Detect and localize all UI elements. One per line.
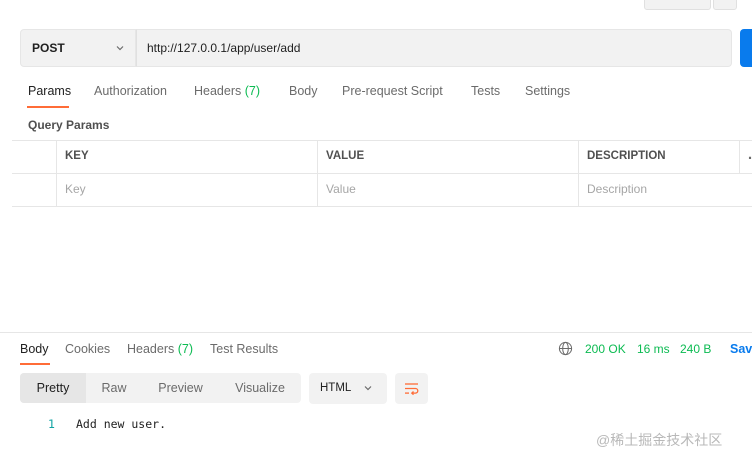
view-mode-visualize[interactable]: Visualize (219, 373, 301, 403)
response-tab-body[interactable]: Body (20, 342, 49, 356)
tab-tests[interactable]: Tests (471, 84, 500, 98)
method-select[interactable]: POST (20, 29, 136, 67)
header-value: VALUE (326, 150, 365, 162)
chevron-down-icon (116, 46, 124, 51)
status-code: 200 OK (585, 342, 626, 356)
view-mode-preview[interactable]: Preview (142, 373, 219, 403)
response-headers-count: (7) (177, 342, 194, 356)
wrap-lines-icon (405, 383, 419, 396)
view-toggle-button[interactable] (644, 0, 711, 10)
query-params-title: Query Params (28, 118, 110, 132)
tab-params[interactable]: Params (28, 84, 71, 98)
description-input[interactable]: Description (587, 182, 647, 196)
code-line-number: 1 (48, 417, 55, 431)
response-divider (0, 332, 752, 333)
view-mode-selector: Pretty Raw Preview Visualize (20, 373, 301, 403)
wrap-lines-button[interactable] (395, 373, 428, 404)
format-label: HTML (320, 382, 352, 394)
response-size: 240 B (680, 342, 712, 356)
tab-settings[interactable]: Settings (525, 84, 570, 98)
chevron-down-icon (364, 386, 372, 391)
more-icon[interactable]: ⋯ (748, 151, 752, 165)
response-tab-headers[interactable]: Headers (7) (127, 342, 193, 356)
response-tab-test-results[interactable]: Test Results (210, 342, 278, 356)
view-mode-pretty[interactable]: Pretty (20, 373, 86, 403)
headers-count: (7) (244, 84, 261, 98)
response-body-text: Add new user. (76, 417, 167, 431)
watermark-text: @稀土掘金技术社区 (596, 432, 723, 448)
top-toolbar (0, 0, 752, 14)
header-key: KEY (65, 150, 89, 162)
tab-authorization[interactable]: Authorization (94, 84, 167, 98)
tab-pre-request-script[interactable]: Pre-request Script (342, 84, 443, 98)
response-tab-cookies[interactable]: Cookies (65, 342, 110, 356)
key-input[interactable]: Key (65, 182, 86, 196)
send-button[interactable] (740, 29, 752, 67)
method-label: POST (32, 41, 65, 55)
more-toolbar-button[interactable] (713, 0, 737, 10)
header-description: DESCRIPTION (587, 150, 666, 162)
view-mode-raw[interactable]: Raw (86, 373, 142, 403)
tab-headers[interactable]: Headers (7) (194, 84, 260, 98)
format-select[interactable]: HTML (309, 373, 387, 404)
value-input[interactable]: Value (326, 182, 356, 196)
active-tab-indicator (27, 106, 69, 108)
save-response-button[interactable]: Save (730, 342, 752, 356)
url-input[interactable]: http://127.0.0.1/app/user/add (136, 29, 732, 67)
globe-icon[interactable] (558, 341, 573, 356)
url-text: http://127.0.0.1/app/user/add (147, 41, 301, 55)
tab-body[interactable]: Body (289, 84, 318, 98)
response-time: 16 ms (637, 342, 670, 356)
response-tab-indicator (20, 363, 50, 365)
